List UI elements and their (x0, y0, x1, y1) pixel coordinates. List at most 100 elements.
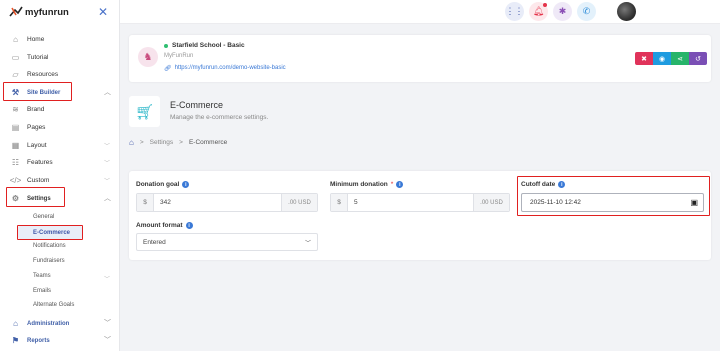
site-card: ♞ Starfield School - Basic MyFunRun 🔗︎ h… (129, 35, 711, 82)
sidebar-item-label: Pages (27, 124, 46, 131)
link-icon: 🔗︎ (164, 66, 172, 72)
collapse-sidebar-icon[interactable]: ✕ (98, 5, 108, 19)
bank-icon: ⌂ (13, 319, 18, 328)
sidebar-item-reports[interactable]: ⚑ Reports (10, 335, 50, 346)
sidebar-sub-alternate-goals[interactable]: Alternate Goals (33, 302, 74, 308)
sidebar-sub-notifications[interactable]: Notifications (33, 243, 66, 249)
info-icon[interactable]: i (182, 181, 190, 188)
currency-prefix: $ (137, 194, 154, 211)
site-name: Starfield School - Basic (172, 42, 245, 49)
donation-goal-input[interactable]: 342 (154, 194, 281, 211)
runner-icon (9, 6, 23, 17)
info-icon[interactable]: i (396, 181, 404, 188)
site-logo-icon: ♞ (138, 47, 158, 67)
bug-icon[interactable]: ✱ (553, 2, 572, 21)
chevron-down-icon[interactable]: ﹀ (104, 335, 111, 345)
gear-icon: ⚙ (11, 194, 20, 203)
sidebar-item-pages[interactable]: ▤ Pages (10, 122, 46, 133)
chevron-up-icon[interactable]: ︿ (104, 87, 111, 97)
chevron-down-icon[interactable]: ﹀ (104, 141, 110, 150)
code-icon: </> (9, 176, 22, 185)
tools-icon[interactable]: ✖ (635, 52, 653, 65)
features-icon: ☷ (11, 158, 20, 167)
sidebar-item-label: Administration (27, 320, 70, 327)
sidebar-sub-general[interactable]: General (33, 214, 54, 220)
sidebar-item-label: Layout (27, 142, 47, 149)
breadcrumb: ⌂ > Settings > E-Commerce (129, 138, 227, 147)
currency-prefix: $ (331, 194, 348, 211)
pages-icon: ▤ (11, 123, 20, 132)
ecommerce-form: Donation goal i $ 342 .00 USD Minimum do… (129, 171, 711, 260)
hammer-icon: ⚒ (11, 88, 20, 97)
brand-name: myfunrun (25, 6, 69, 18)
sidebar-item-custom[interactable]: </> Custom (9, 175, 50, 186)
sidebar-item-home[interactable]: ⌂ Home (10, 34, 44, 45)
breadcrumb-current: E-Commerce (188, 139, 228, 146)
chevron-up-icon[interactable]: ︿ (104, 193, 111, 203)
calendar-icon[interactable]: ▣ (690, 198, 698, 207)
online-status-dot (164, 44, 168, 48)
phone-icon[interactable]: ✆ (577, 2, 596, 21)
home-icon: ⌂ (13, 35, 18, 44)
label-text: Minimum donation (330, 181, 388, 188)
history-icon[interactable]: ↺ (689, 52, 707, 65)
chevron-down-icon[interactable]: ﹀ (104, 318, 111, 328)
sidebar-sub-emails[interactable]: Emails (33, 288, 51, 294)
donation-goal-label: Donation goal i (136, 181, 190, 188)
chevron-down-icon[interactable]: ﹀ (104, 176, 110, 185)
sidebar-item-resources[interactable]: ▱ Resources (10, 69, 58, 80)
amount-format-label: Amount format i (136, 222, 193, 229)
sidebar-item-tutorial[interactable]: ▭ Tutorial (10, 52, 49, 63)
book-icon: ▭ (11, 53, 20, 62)
info-icon[interactable]: i (185, 222, 193, 229)
sidebar-item-features[interactable]: ☷ Features (10, 157, 53, 168)
sidebar-sub-fundraisers[interactable]: Fundraisers (33, 258, 65, 264)
sidebar-sub-teams[interactable]: Teams (33, 273, 51, 279)
share-icon[interactable]: ⋖ (671, 52, 689, 65)
avatar[interactable] (617, 2, 636, 21)
brand-logo[interactable]: myfunrun (9, 5, 69, 19)
site-url-link[interactable]: 🔗︎ https://myfunrun.com/demo-website-bas… (164, 65, 286, 72)
sidebar-item-administration[interactable]: ⌂ Administration (10, 318, 69, 329)
donation-goal-field[interactable]: $ 342 .00 USD (136, 193, 318, 212)
chevron-down-icon[interactable]: ﹀ (104, 274, 110, 283)
sidebar-item-label: Resources (27, 71, 59, 78)
notification-dot (543, 3, 547, 7)
layout-icon: ▦ (11, 141, 20, 150)
sidebar-item-label: Brand (27, 106, 45, 113)
sidebar-item-settings[interactable]: ⚙ Settings (10, 193, 51, 204)
sidebar-item-label: Home (27, 36, 45, 43)
min-donation-input[interactable]: 5 (348, 194, 473, 211)
min-donation-label: Minimum donation * i (330, 181, 404, 188)
info-icon[interactable]: i (558, 181, 566, 188)
sidebar-item-label: Site Builder (27, 89, 61, 96)
sidebar-item-label: Features (27, 159, 53, 166)
site-actions: ✖ ◉ ⋖ ↺ (635, 52, 707, 65)
apps-grid-icon[interactable]: ⋮⋮ (505, 2, 524, 21)
sidebar-item-site-builder[interactable]: ⚒ Site Builder (10, 87, 60, 98)
eye-icon[interactable]: ◉ (653, 52, 671, 65)
sidebar-sub-ecommerce[interactable]: E-Commerce (18, 226, 82, 239)
chevron-down-icon: ﹀ (304, 240, 311, 247)
breadcrumb-settings[interactable]: Settings (150, 139, 174, 146)
sidebar-item-label: Custom (27, 177, 50, 184)
bell-icon[interactable]: 🔔︎ (529, 2, 548, 21)
site-url-text: https://myfunrun.com/demo-website-basic (174, 65, 286, 71)
amount-format-select[interactable]: Entered ﹀ (136, 233, 318, 251)
page-title: E-Commerce (170, 100, 224, 110)
cutoff-date-input[interactable]: 2025-11-10 12:42 ▣ (521, 193, 704, 212)
label-text: Cutoff date (521, 181, 556, 188)
cutoff-date-label: Cutoff date i (521, 181, 566, 188)
label-text: Donation goal (136, 181, 180, 188)
site-org: MyFunRun (164, 53, 194, 59)
sidebar-item-layout[interactable]: ▦ Layout (10, 140, 47, 151)
min-donation-field[interactable]: $ 5 .00 USD (330, 193, 510, 212)
layers-icon: ≋ (12, 105, 19, 114)
folder-icon: ▱ (12, 70, 19, 79)
sidebar-item-brand[interactable]: ≋ Brand (10, 104, 44, 115)
breadcrumb-separator: > (139, 139, 144, 146)
sidebar: myfunrun ✕ ⌂ Home ▭ Tutorial ▱ Resources… (0, 0, 120, 351)
breadcrumb-separator: > (179, 139, 183, 146)
chevron-down-icon[interactable]: ﹀ (104, 158, 110, 167)
home-icon[interactable]: ⌂ (129, 138, 134, 147)
